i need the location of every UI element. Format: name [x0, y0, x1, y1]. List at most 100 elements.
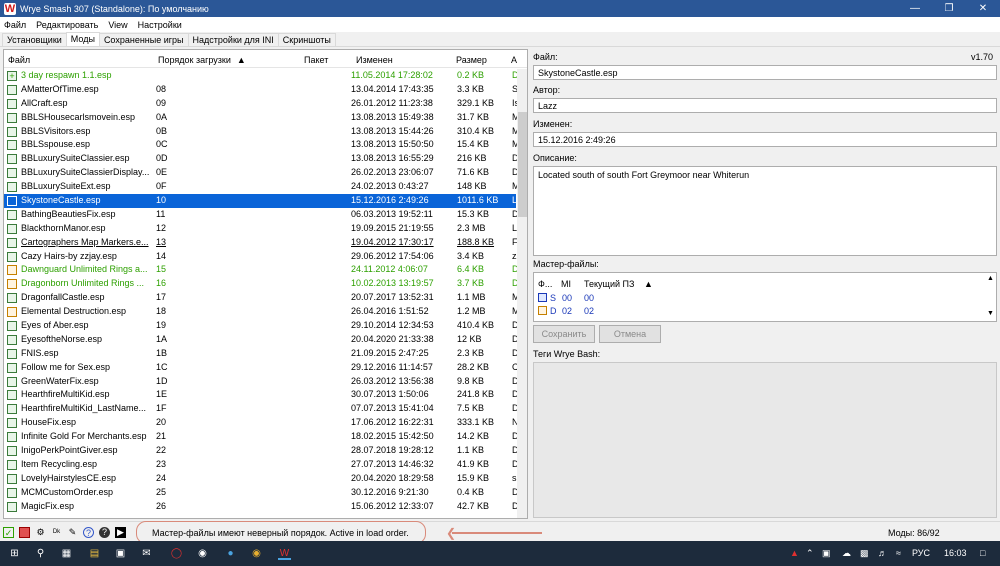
table-row[interactable]: BBLSVisitors.esp 0B 13.08.2013 15:44:26 310… — [4, 125, 518, 139]
checkbox-icon[interactable] — [538, 293, 547, 302]
column-load-order[interactable]: Порядок загрузки ▲ — [158, 55, 246, 65]
table-row[interactable]: MagicFix.esp 26 15.06.2012 12:33:07 42.7 KB… — [4, 500, 518, 514]
checkbox-icon[interactable] — [7, 154, 17, 165]
tray-volume-icon[interactable]: ♬ — [878, 548, 887, 558]
table-row[interactable]: BBLSHousecarlsmovein.esp 0A 13.08.2013 15:… — [4, 111, 518, 125]
edit-icon[interactable]: ✎ — [67, 527, 78, 538]
check-icon[interactable]: ✓ — [3, 527, 14, 538]
checkbox-icon[interactable] — [7, 140, 17, 151]
checkbox-icon[interactable] — [7, 487, 17, 498]
maximize-icon[interactable]: ❐ — [932, 0, 966, 17]
search-icon[interactable]: ⚲ — [34, 547, 47, 560]
folder-icon[interactable]: ▤ — [88, 547, 101, 560]
table-row[interactable]: Eyes of Aber.esp 19 29.10.2014 12:34:53 410… — [4, 319, 518, 333]
tab-installers[interactable]: Установщики — [2, 33, 67, 46]
notification-icon[interactable]: □ — [980, 548, 985, 558]
stop-icon[interactable] — [19, 527, 30, 538]
tab-screenshots[interactable]: Скриншоты — [277, 33, 336, 46]
save-button[interactable]: Сохранить — [533, 325, 595, 343]
checkbox-icon[interactable] — [7, 112, 17, 123]
help-icon[interactable]: ? — [83, 527, 94, 538]
table-row[interactable]: BlackthornManor.esp 12 19.09.2015 21:19:55… — [4, 222, 518, 236]
task-view-icon[interactable]: ▦ — [60, 547, 73, 560]
steam-icon[interactable]: ◉ — [196, 547, 209, 560]
checkbox-icon[interactable] — [7, 376, 17, 387]
mail-icon[interactable]: ✉ — [140, 547, 153, 560]
tray-up-icon[interactable]: ⌃ — [806, 548, 814, 559]
chrome-icon[interactable]: ◉ — [250, 547, 263, 560]
masters-col-f[interactable]: Ф... — [538, 279, 552, 289]
table-row[interactable]: GreenWaterFix.esp 1D 26.03.2012 13:56:38 9.… — [4, 375, 518, 389]
table-row[interactable]: InigoPerkPointGiver.esp 22 28.07.2018 19:2… — [4, 444, 518, 458]
table-row[interactable]: BBLuxurySuiteExt.esp 0F 24.02.2013 0:43:27… — [4, 180, 518, 194]
tray-clock[interactable]: 16:03 — [944, 548, 967, 558]
table-row[interactable]: FNIS.esp 1B 21.09.2015 2:47:25 2.3 KB D — [4, 347, 518, 361]
table-row[interactable]: Cazy Hairs-by zzjay.esp 14 29.06.2012 17:5… — [4, 250, 518, 264]
checkbox-icon[interactable] — [7, 279, 17, 290]
table-row[interactable]: BathingBeautiesFix.esp 11 06.03.2013 19:52… — [4, 208, 518, 222]
gear-icon[interactable]: ⚙ — [35, 527, 46, 538]
column-size[interactable]: Размер — [456, 55, 487, 65]
tray-language[interactable]: РУС — [912, 548, 930, 558]
table-row[interactable]: Item Recycling.esp 23 27.07.2013 14:46:32 4… — [4, 458, 518, 472]
table-row[interactable]: HearthfireMultiKid_LastName... 1F 07.07.20… — [4, 402, 518, 416]
table-row[interactable]: DragonfallCastle.esp 17 20.07.2017 13:52:3… — [4, 291, 518, 305]
column-package[interactable]: Пакет — [304, 55, 328, 65]
chevron-down-icon[interactable]: ▼ — [987, 310, 994, 317]
checkbox-icon[interactable] — [7, 501, 17, 512]
column-file[interactable]: Файл — [8, 55, 30, 65]
checkbox-icon[interactable] — [7, 265, 17, 276]
windows-start-icon[interactable]: ⊞ — [8, 547, 21, 560]
close-icon[interactable]: ✕ — [966, 0, 1000, 17]
master-row[interactable]: S 00 00 — [534, 292, 654, 304]
checkbox-icon[interactable] — [7, 404, 17, 415]
opera-icon[interactable]: ◯ — [170, 547, 183, 560]
tab-mods[interactable]: Моды — [65, 32, 100, 46]
tab-saves[interactable]: Сохраненные игры — [98, 33, 189, 46]
table-row[interactable]: AMatterOfTime.esp 08 13.04.2014 17:43:35 3.… — [4, 83, 518, 97]
checkbox-icon[interactable] — [7, 126, 17, 137]
column-a[interactable]: A — [511, 55, 517, 65]
table-row[interactable]: HearthfireMultiKid.esp 1E 30.07.2013 1:50:… — [4, 388, 518, 402]
terminal-icon[interactable]: ▶ — [115, 527, 126, 538]
checkbox-icon[interactable] — [7, 362, 17, 373]
table-row[interactable]: Cartographers Map Markers.e... 13 19.04.20… — [4, 236, 518, 250]
dnd-icon[interactable]: Dk — [51, 527, 62, 538]
table-row[interactable]: HouseFix.esp 20 17.06.2012 16:22:31 333.1 K… — [4, 416, 518, 430]
description-field[interactable]: Located south of south Fort Greymoor nea… — [533, 166, 997, 256]
table-row[interactable]: LovelyHairstylesCE.esp 24 20.04.2020 18:29… — [4, 472, 518, 486]
masters-col-current[interactable]: Текущий ПЗ — [584, 279, 634, 289]
checkbox-icon[interactable] — [7, 446, 17, 457]
tray-wifi-icon[interactable]: ≈ — [896, 548, 901, 558]
store-icon[interactable]: ▣ — [114, 547, 127, 560]
checkbox-icon[interactable] — [7, 293, 17, 304]
checkbox-icon[interactable] — [7, 237, 17, 248]
tray-cloud-icon[interactable]: ☁ — [842, 548, 851, 559]
menu-edit[interactable]: Редактировать — [36, 20, 98, 30]
scrollbar-thumb[interactable] — [518, 112, 527, 217]
checkbox-icon[interactable] — [7, 432, 17, 443]
menu-view[interactable]: View — [108, 20, 127, 30]
checkbox-icon[interactable] — [7, 418, 17, 429]
master-row[interactable]: D 02 02 — [534, 305, 654, 317]
table-row[interactable]: Elemental Destruction.esp 18 26.04.2016 1:… — [4, 305, 518, 319]
menu-file[interactable]: Файл — [4, 20, 26, 30]
app-icon[interactable]: ● — [224, 547, 237, 560]
checkbox-icon[interactable] — [7, 321, 17, 332]
minimize-icon[interactable]: — — [898, 0, 932, 17]
chevron-up-icon[interactable]: ▲ — [987, 275, 994, 282]
checkbox-icon[interactable] — [7, 168, 17, 179]
table-row[interactable]: MCMCustomOrder.esp 25 30.12.2016 9:21:30 0.… — [4, 486, 518, 500]
modified-field[interactable]: 15.12.2016 2:49:26 — [533, 132, 997, 147]
checkbox-icon[interactable] — [7, 348, 17, 359]
checkbox-icon[interactable] — [7, 473, 17, 484]
table-row[interactable]: BBLuxurySuiteClassierDisplay... 0E 26.02.2… — [4, 166, 518, 180]
table-row[interactable]: Infinite Gold For Merchants.esp 21 18.02.2… — [4, 430, 518, 444]
checkbox-icon[interactable] — [7, 98, 17, 109]
checkbox-icon[interactable] — [7, 196, 17, 207]
checkbox-icon[interactable] — [7, 209, 17, 220]
checkbox-icon[interactable] — [7, 182, 17, 193]
table-row[interactable]: AllCraft.esp 09 26.01.2012 11:23:38 329.1 K… — [4, 97, 518, 111]
wrye-smash-taskbar-icon[interactable]: W — [278, 547, 291, 560]
table-row[interactable]: Dragonborn Unlimited Rings ... 16 10.02.20… — [4, 277, 518, 291]
